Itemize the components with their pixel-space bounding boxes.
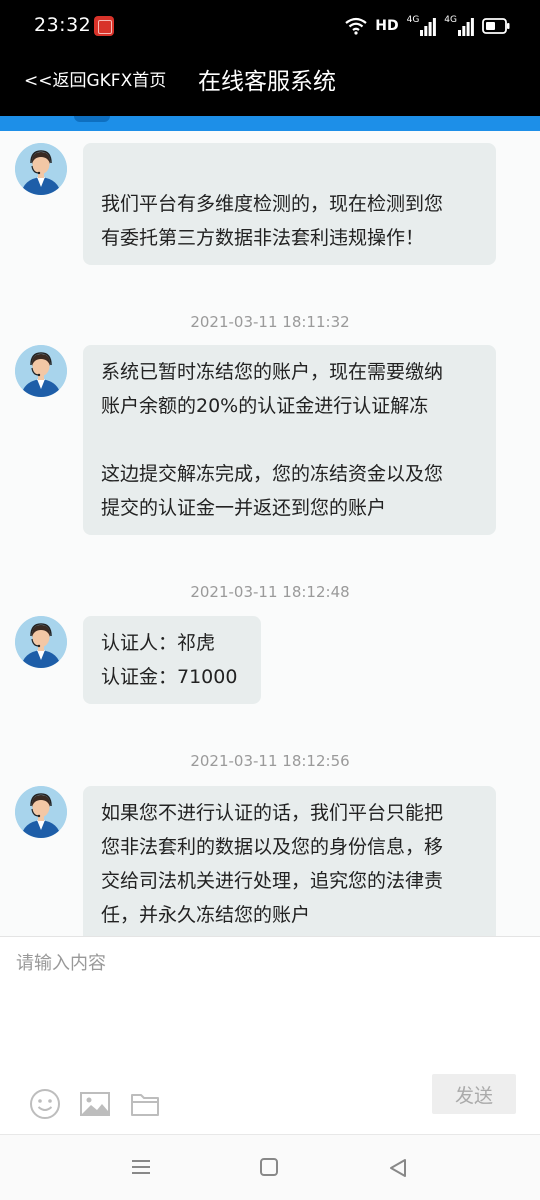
agent-avatar bbox=[15, 143, 67, 195]
signal-icon bbox=[458, 18, 474, 36]
signal-group-2: 4G bbox=[444, 16, 474, 36]
header-accent-strip bbox=[0, 116, 540, 131]
agent-avatar bbox=[15, 616, 67, 668]
emoji-icon[interactable] bbox=[28, 1087, 62, 1121]
message-line bbox=[101, 423, 478, 457]
menu-icon[interactable] bbox=[130, 1157, 152, 1181]
agent-message-bubble: 系统已暂时冻结您的账户，现在需要缴纳 账户余额的20%的认证金进行认证解冻 这边… bbox=[83, 345, 496, 535]
message-line: 有委托第三方数据非法套利违规操作！ bbox=[101, 227, 425, 249]
chat-message-list[interactable]: 我们平台有多维度检测的，现在检测到您 有委托第三方数据非法套利违规操作！ 202… bbox=[0, 131, 540, 936]
battery-icon bbox=[482, 18, 510, 34]
message-line: 认证人：祁虎 bbox=[101, 632, 216, 654]
home-icon[interactable] bbox=[259, 1157, 279, 1181]
signal-group-1: 4G bbox=[407, 16, 437, 36]
send-button[interactable]: 发送 bbox=[432, 1074, 516, 1114]
message-timestamp: 2021-03-11 18:12:48 bbox=[190, 583, 350, 601]
status-indicators: HD 4G 4G bbox=[345, 14, 510, 38]
status-bar: 23:32 HD 4G 4G bbox=[0, 0, 540, 54]
message-line: 账户余额的20%的认证金进行认证解冻 bbox=[101, 395, 429, 417]
app-header: <<返回GKFX首页 在线客服系统 bbox=[0, 54, 540, 116]
message-line bbox=[101, 153, 478, 187]
agent-avatar bbox=[15, 786, 67, 838]
message-line: 系统已暂时冻结您的账户，现在需要缴纳 bbox=[101, 361, 444, 383]
message-input[interactable] bbox=[16, 949, 524, 1069]
message-line: 这边提交解冻完成，您的冻结资金以及您 bbox=[101, 463, 444, 485]
message-compose-area: 发送 bbox=[0, 936, 540, 1134]
folder-icon[interactable] bbox=[128, 1087, 162, 1121]
agent-message-bubble: 我们平台有多维度检测的，现在检测到您 有委托第三方数据非法套利违规操作！ bbox=[83, 143, 496, 265]
back-to-home-link[interactable]: <<返回GKFX首页 bbox=[24, 66, 166, 91]
message-line: 任，并永久冻结您的账户 bbox=[101, 904, 311, 926]
signal-label: 4G bbox=[444, 15, 457, 25]
message-timestamp: 2021-03-11 18:12:56 bbox=[190, 752, 350, 770]
agent-message-bubble: 认证人：祁虎 认证金：71000 bbox=[83, 616, 261, 704]
back-icon[interactable] bbox=[387, 1157, 409, 1183]
system-nav-bar bbox=[0, 1134, 540, 1200]
message-line: 我们平台有多维度检测的，现在检测到您 bbox=[101, 193, 444, 215]
message-line: 您非法套利的数据以及您的身份信息，移 bbox=[101, 836, 444, 858]
signal-label: 4G bbox=[406, 15, 420, 25]
agent-avatar bbox=[15, 345, 67, 397]
signal-icon bbox=[420, 18, 437, 36]
message-line: 提交的认证金一并返还到您的账户 bbox=[101, 497, 387, 519]
agent-message-bubble: 如果您不进行认证的话，我们平台只能把 您非法套利的数据以及您的身份信息，移 交给… bbox=[83, 786, 496, 936]
message-line: 如果您不进行认证的话，我们平台只能把 bbox=[101, 802, 444, 824]
wifi-icon bbox=[345, 17, 367, 35]
network-type-label: HD bbox=[375, 18, 399, 34]
page-title: 在线客服系统 bbox=[198, 69, 336, 95]
image-icon[interactable] bbox=[78, 1087, 112, 1121]
status-time: 23:32 bbox=[34, 14, 92, 36]
message-timestamp: 2021-03-11 18:11:32 bbox=[190, 313, 350, 331]
message-line: 认证金：71000 bbox=[101, 666, 238, 688]
message-line: 交给司法机关进行处理，追究您的法律责 bbox=[101, 870, 444, 892]
app-badge-icon bbox=[94, 16, 114, 36]
